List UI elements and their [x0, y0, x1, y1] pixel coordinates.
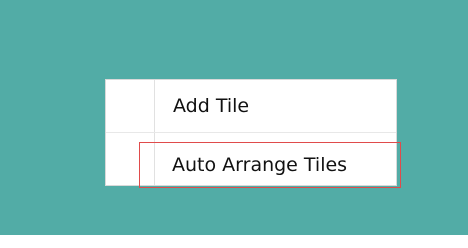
auto-arrange-tiles-menu-item[interactable]: Auto Arrange Tiles	[139, 142, 401, 188]
context-menu: Add Tile Auto Arrange Tiles	[105, 79, 401, 188]
menu-divider	[106, 132, 396, 133]
bottom-strip	[0, 235, 468, 248]
add-tile-menu-item[interactable]: Add Tile	[155, 80, 397, 132]
